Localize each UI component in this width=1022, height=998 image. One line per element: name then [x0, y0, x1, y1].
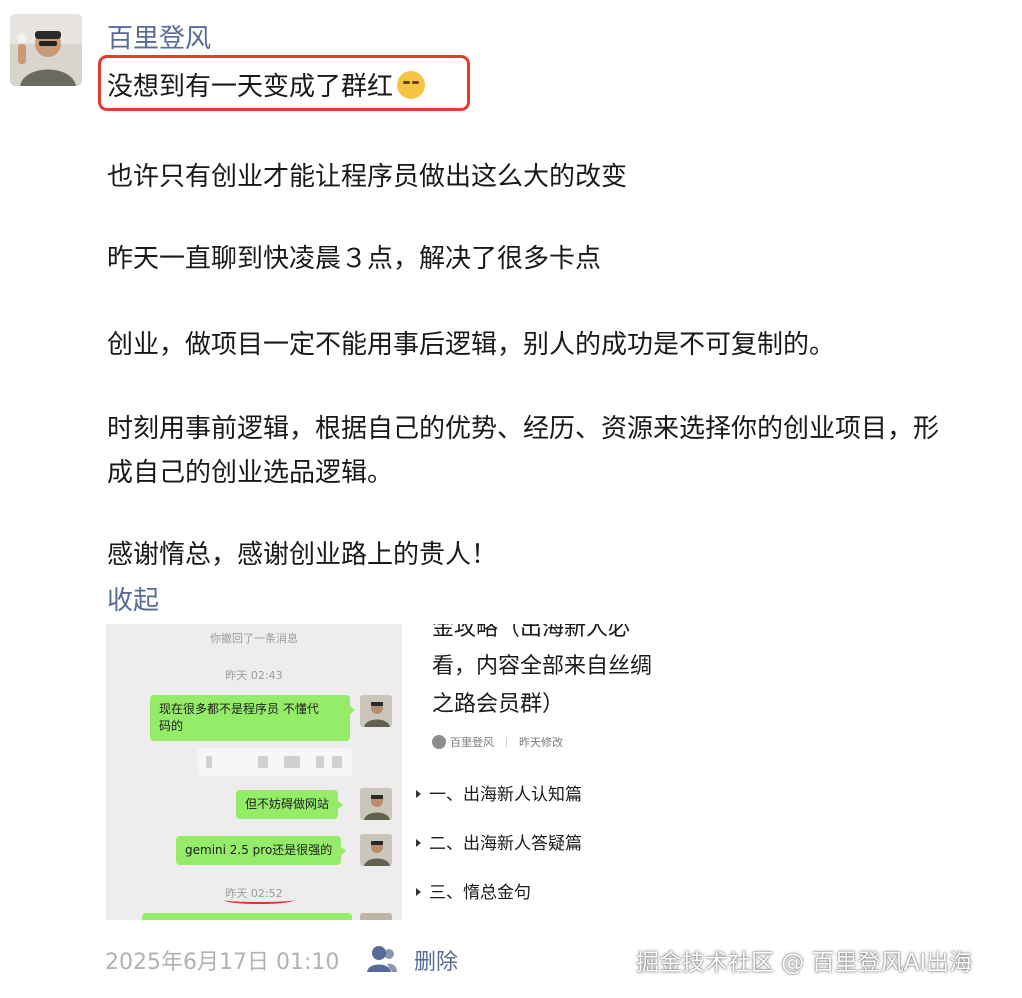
doc-modified: 昨天修改 [519, 736, 563, 749]
avatar [360, 788, 392, 820]
avatar [360, 913, 392, 920]
avatar [360, 834, 392, 866]
chat-timestamp: 昨天 02:43 [225, 669, 283, 682]
triangle-right-icon [416, 888, 421, 896]
blurred-message [198, 748, 352, 776]
post-paragraph-4: 时刻用事前逻辑，根据自己的优势、经历、资源来选择你的创业项目，形 [107, 414, 940, 444]
chat-bubble-line: 现在很多都不是程序员 不懂代 [159, 702, 319, 716]
author-name[interactable]: 百里登风 [107, 18, 211, 55]
triangle-right-icon [416, 839, 421, 847]
collapse-link[interactable]: 收起 [107, 580, 159, 617]
chat-bubble-line: 码的 [159, 719, 184, 733]
doc-title-line: 看，内容全部来自丝绸 [432, 654, 653, 679]
author-avatar-icon [432, 735, 446, 749]
person-avatar-icon [10, 14, 82, 86]
recall-notice: 你撤回了一条消息 [210, 632, 298, 645]
post-paragraph-4-cont: 成自己的创业选品逻辑。 [107, 458, 394, 488]
post-paragraph-2: 昨天一直聊到快凌晨３点，解决了很多卡点 [107, 244, 602, 274]
author-avatar[interactable] [10, 14, 82, 86]
toc-item: 一、出海新人认知篇 [416, 780, 582, 805]
post-paragraph-3: 创业，做项目一定不能用事后逻辑，别人的成功是不可复制的。 [107, 330, 836, 360]
post-first-line: 没想到有一天变成了群红 [107, 66, 426, 103]
visibility-user-icon[interactable] [367, 944, 397, 972]
person-avatar-icon [360, 695, 392, 727]
doc-meta: 百里登风 昨天修改 [432, 734, 563, 750]
person-avatar-icon [360, 788, 392, 820]
document-screenshot-image[interactable]: 金攻略（出海新人必 看，内容全部来自丝绸 之路会员群） 百里登风 昨天修改 一、出… [402, 624, 702, 920]
post-timestamp: 2025年6月17日 01:10 [105, 950, 340, 975]
delete-button[interactable]: 删除 [414, 944, 458, 976]
doc-title-line: 金攻略（出海新人必 [432, 624, 631, 641]
doc-author: 百里登风 [450, 736, 494, 749]
red-underline [224, 896, 294, 904]
post-paragraph-1: 也许只有创业才能让程序员做出这么大的改变 [107, 162, 628, 192]
chat-screenshot-image[interactable]: 你撤回了一条消息 昨天 02:43 现在很多都不是程序员 不懂代 码的 但不妨碍… [106, 624, 402, 920]
toc-item: 二、出海新人答疑篇 [416, 829, 582, 854]
chat-bubble-partial [142, 913, 352, 920]
watermark: 掘金技术社区 @ 百里登风AI出海 [636, 950, 973, 976]
chat-bubble: 但不妨碍做网站 [236, 790, 344, 819]
person-avatar-icon [360, 834, 392, 866]
face-with-tears-emoji-icon [397, 71, 426, 99]
first-line-text: 没想到有一天变成了群红 [107, 72, 394, 102]
doc-title-line: 之路会员群） [432, 692, 565, 717]
toc-item: 三、惰总金句 [416, 878, 531, 903]
chat-bubble: gemini 2.5 pro还是很强的 [176, 836, 347, 865]
avatar [360, 695, 392, 727]
triangle-right-icon [416, 790, 421, 798]
post-paragraph-5: 感谢惰总，感谢创业路上的贵人！ [107, 540, 498, 570]
chat-bubble: 现在很多都不是程序员 不懂代 码的 [150, 695, 355, 741]
